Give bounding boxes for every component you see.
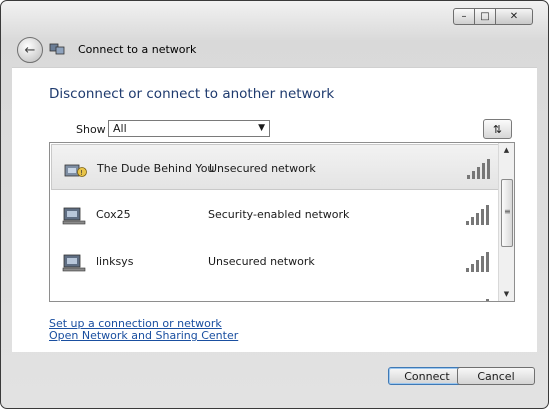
close-button[interactable]: ✕ (495, 8, 533, 25)
refresh-icon: ⇅ (492, 122, 503, 136)
grip-icon: ≡ (504, 207, 511, 216)
refresh-button[interactable]: ⇅ (483, 119, 512, 139)
scroll-thumb[interactable]: ≡ (501, 179, 513, 247)
signal-strength-icon (486, 299, 489, 301)
close-icon: ✕ (509, 11, 519, 22)
show-label: Show (76, 123, 106, 136)
back-button[interactable]: ← (17, 37, 43, 63)
show-filter-value: All (113, 122, 127, 135)
network-sharing-center-link[interactable]: Open Network and Sharing Center (49, 329, 238, 342)
network-name: Cox25 (96, 208, 131, 221)
back-arrow-icon: ← (24, 42, 36, 58)
scroll-down-arrow-icon[interactable]: ▼ (499, 287, 514, 301)
title-bar: – □ ✕ (1, 1, 548, 39)
show-filter-dropdown[interactable]: All ▼ (108, 120, 270, 137)
minimize-button[interactable]: – (453, 8, 475, 25)
secured-network-icon (62, 207, 86, 225)
svg-text:!: ! (80, 169, 83, 177)
network-list-item[interactable]: Cox25 Security-enabled network (51, 191, 500, 237)
network-security: Unsecured network (208, 255, 315, 268)
network-icon (49, 43, 65, 55)
cancel-button[interactable]: Cancel (457, 367, 535, 385)
page-heading: Disconnect or connect to another network (49, 86, 335, 102)
network-list-item[interactable]: linksys Unsecured network (51, 238, 500, 284)
connect-to-network-window: – □ ✕ ← Connect to a network Disconnect … (0, 0, 549, 409)
network-list-scrollbar[interactable]: ▲ ≡ ▼ (498, 143, 514, 301)
signal-strength-icon (467, 159, 490, 179)
content-area: Disconnect or connect to another network… (12, 67, 537, 352)
network-icon (61, 297, 87, 302)
unsecured-network-icon: ! (64, 164, 87, 177)
connect-button[interactable]: Connect (388, 367, 466, 385)
network-security: Unsecured network (209, 162, 316, 175)
unsecured-network-icon (62, 254, 86, 272)
scroll-up-arrow-icon[interactable]: ▲ (499, 143, 514, 157)
network-name: linksys (96, 255, 134, 268)
minimize-icon: – (461, 11, 467, 22)
signal-strength-icon (466, 252, 489, 272)
network-list[interactable]: ! The Dude Behind You Unsecured network … (49, 142, 515, 302)
window-title: Connect to a network (78, 43, 197, 56)
maximize-button[interactable]: □ (474, 8, 496, 25)
signal-strength-icon (466, 205, 489, 225)
network-list-item-partial[interactable] (51, 285, 500, 302)
network-list-item[interactable]: ! The Dude Behind You Unsecured network (51, 144, 500, 190)
chevron-down-icon: ▼ (258, 123, 265, 133)
maximize-icon: □ (480, 11, 490, 22)
network-security: Security-enabled network (208, 208, 350, 221)
network-name: The Dude Behind You (97, 162, 215, 175)
